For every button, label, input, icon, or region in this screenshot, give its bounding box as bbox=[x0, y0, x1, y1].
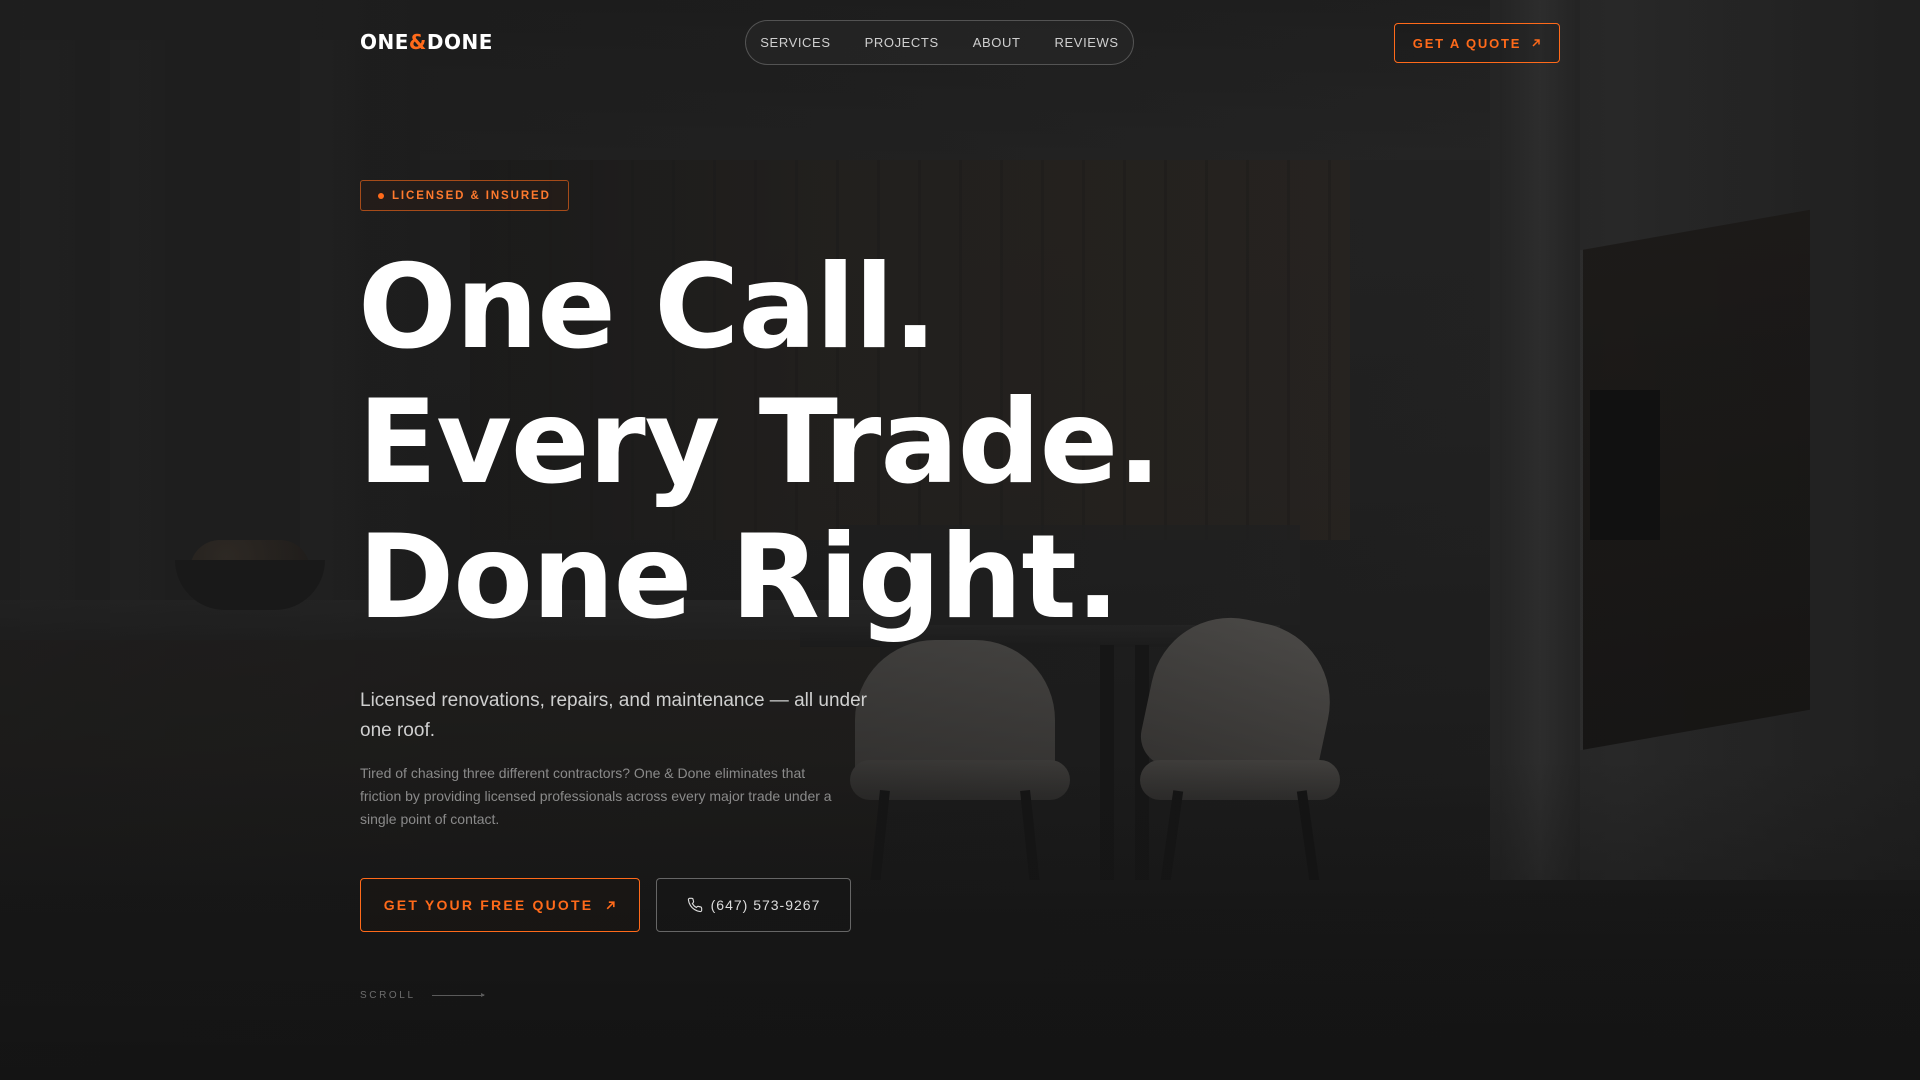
nav-item-reviews[interactable]: REVIEWS bbox=[1055, 35, 1119, 50]
licensed-badge: LICENSED & INSURED bbox=[360, 180, 569, 211]
logo[interactable]: ONE&DONE bbox=[360, 30, 493, 54]
phone-call-button[interactable]: (647) 573-9267 bbox=[656, 878, 851, 932]
headline-line-1: One Call. bbox=[358, 240, 937, 375]
logo-text-done: DONE bbox=[426, 30, 493, 54]
scroll-indicator[interactable]: SCROLL bbox=[360, 990, 485, 1001]
get-free-quote-label: GET YOUR FREE QUOTE bbox=[383, 897, 594, 913]
scroll-label: SCROLL bbox=[360, 990, 416, 1001]
get-a-quote-button[interactable]: GET A QUOTE bbox=[1394, 23, 1560, 63]
phone-icon bbox=[687, 897, 703, 913]
nav-item-about[interactable]: ABOUT bbox=[973, 35, 1021, 50]
arrow-right-icon bbox=[431, 993, 485, 997]
get-free-quote-button[interactable]: GET YOUR FREE QUOTE bbox=[360, 878, 640, 932]
nav-item-projects[interactable]: PROJECTS bbox=[865, 35, 939, 50]
arrow-up-right-icon bbox=[605, 900, 616, 911]
site-header: ONE&DONE SERVICES PROJECTS ABOUT REVIEWS… bbox=[0, 0, 1920, 90]
badge-label: LICENSED & INSURED bbox=[392, 189, 551, 202]
get-a-quote-label: GET A QUOTE bbox=[1412, 35, 1522, 51]
headline-line-3: Done Right. bbox=[358, 510, 1120, 645]
hero-description: Tired of chasing three different contrac… bbox=[360, 765, 832, 827]
main-nav: SERVICES PROJECTS ABOUT REVIEWS bbox=[745, 20, 1134, 65]
logo-ampersand: & bbox=[408, 30, 427, 54]
arrow-up-right-icon bbox=[1531, 38, 1541, 48]
headline-line-2: Every Trade. bbox=[358, 375, 1161, 510]
logo-text-one: ONE bbox=[360, 30, 409, 54]
hero-headline: One Call. Every Trade. Done Right. bbox=[358, 240, 1161, 645]
hero-subheading: Licensed renovations, repairs, and maint… bbox=[360, 690, 867, 741]
phone-number: (647) 573-9267 bbox=[710, 897, 821, 913]
dot-icon bbox=[378, 192, 384, 199]
nav-item-services[interactable]: SERVICES bbox=[760, 35, 830, 50]
